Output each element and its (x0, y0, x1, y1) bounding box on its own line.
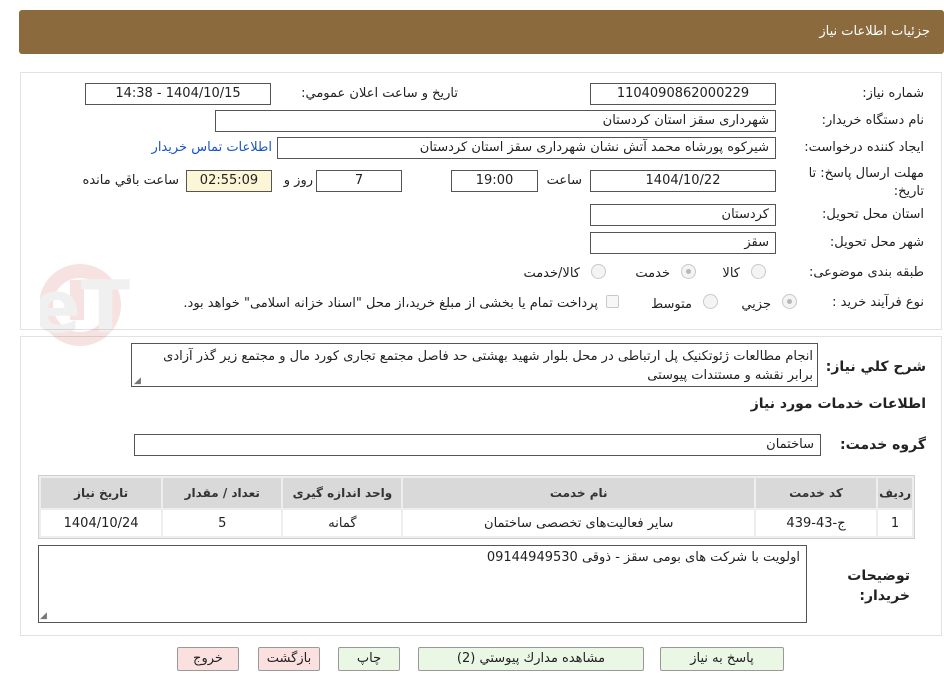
col-name-header: نام خدمت (403, 478, 754, 508)
province-field: کردستان (590, 204, 776, 226)
category-both-radio[interactable] (591, 264, 606, 279)
category-label: طبقه بندی موضوعی: (808, 265, 924, 280)
description-textarea[interactable]: انجام مطالعات ژئوتکنیک پل ارتباطی در محل… (131, 343, 818, 387)
city-field: سقز (590, 232, 776, 254)
payment-note: پرداخت تمام یا بخشی از مبلغ خرید،از محل … (183, 296, 598, 311)
buyer-org-label: نام دستگاه خريدار: (821, 113, 924, 128)
announce-label: تاریخ و ساعت اعلان عمومي: (301, 86, 458, 101)
cell-date: 1404/10/24 (41, 510, 162, 536)
notes-resize-grip-icon[interactable]: ◢ (40, 611, 47, 621)
remaining-label: ساعت باقي مانده (82, 173, 179, 188)
requester-field: شیرکوه پورشاه محمد آتش نشان شهرداری سقز … (277, 137, 776, 159)
process-minor-label: جزيي (741, 297, 771, 312)
province-label: استان محل تحويل: (822, 207, 924, 222)
cell-code: ج-43-439 (755, 510, 877, 536)
process-minor-radio[interactable] (782, 294, 797, 309)
services-table: رديف کد خدمت نام خدمت واحد اندازه گيری ت… (38, 475, 915, 539)
process-medium-label: متوسط (651, 297, 692, 312)
cell-name: سایر فعالیت‌های تخصصی ساختمان (403, 510, 754, 536)
need-number-label: شماره نیاز: (862, 86, 924, 101)
services-section-title: اطلاعات خدمات مورد نياز (750, 396, 926, 412)
page-title: جزئیات اطلاعات نیاز (819, 24, 930, 39)
description-label: شرح كلي نياز: (825, 359, 926, 375)
service-group-label: گروه خدمت: (840, 437, 926, 453)
remaining-time-field: 02:55:09 (186, 170, 272, 192)
col-row-header: رديف (878, 478, 912, 508)
deadline-time-field: 19:00 (451, 170, 538, 192)
contact-link[interactable]: اطلاعات تماس خريدار (152, 140, 272, 155)
col-code-header: کد خدمت (755, 478, 877, 508)
back-button[interactable]: بازگشت (258, 647, 320, 671)
category-service-label: خدمت (635, 266, 670, 281)
cell-row: 1 (878, 510, 912, 536)
col-qty-header: تعداد / مقدار (163, 478, 282, 508)
notes-textarea[interactable]: اولویت با شرکت های بومی سقز - ذوقی 09144… (38, 545, 807, 623)
deadline-date-field: 1404/10/22 (590, 170, 776, 192)
category-goods-radio[interactable] (751, 264, 766, 279)
city-label: شهر محل تحويل: (829, 235, 924, 250)
service-group-field: ساختمان (134, 434, 821, 456)
need-number-field: 1104090862000229 (590, 83, 776, 105)
days-label: روز و (283, 173, 313, 188)
notes-label: توضيحات خريدار: (847, 568, 910, 604)
resize-grip-icon[interactable]: ◢ (134, 376, 141, 386)
notes-text: اولویت با شرکت های بومی سقز - ذوقی 09144… (486, 550, 800, 565)
days-field: 7 (316, 170, 402, 192)
process-medium-radio[interactable] (703, 294, 718, 309)
category-service-radio[interactable] (681, 264, 696, 279)
table-header-row: رديف کد خدمت نام خدمت واحد اندازه گيری ت… (41, 478, 912, 508)
cell-unit: گمانه (283, 510, 402, 536)
category-both-label: کالا/خدمت (523, 266, 580, 281)
description-text: انجام مطالعات ژئوتکنیک پل ارتباطی در محل… (163, 349, 813, 383)
buyer-org-field: شهرداری سقز استان کردستان (215, 110, 776, 132)
cell-qty: 5 (163, 510, 282, 536)
col-unit-header: واحد اندازه گيری (283, 478, 402, 508)
exit-button[interactable]: خروج (177, 647, 239, 671)
treasury-checkbox[interactable] (606, 295, 619, 308)
view-documents-button[interactable]: مشاهده مدارك پيوستي (2) (418, 647, 644, 671)
category-goods-label: کالا (722, 266, 740, 281)
deadline-time-label: ساعت (546, 173, 582, 188)
reply-button[interactable]: پاسخ به نياز (660, 647, 784, 671)
col-date-header: تاریخ نیاز (41, 478, 162, 508)
deadline-label: مهلت ارسال پاسخ: تا تاریخ: (808, 166, 924, 199)
requester-label: ايجاد کننده درخواست: (804, 140, 924, 155)
print-button[interactable]: چاپ (338, 647, 400, 671)
page-header: جزئیات اطلاعات نیاز (19, 10, 944, 54)
table-row: 1 ج-43-439 سایر فعالیت‌های تخصصی ساختمان… (41, 510, 912, 536)
announce-field: 1404/10/15 - 14:38 (85, 83, 271, 105)
process-label: نوع فرآیند خرید : (832, 295, 924, 310)
